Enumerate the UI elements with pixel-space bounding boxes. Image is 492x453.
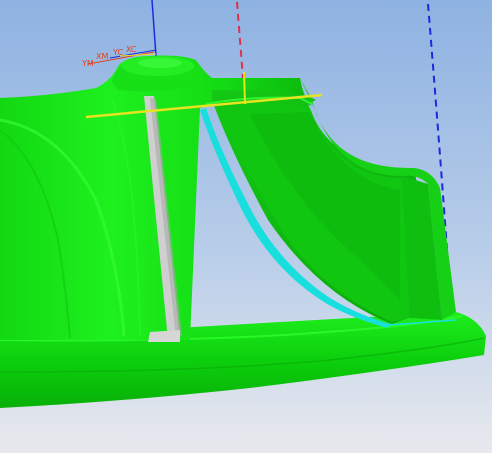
x-axis-tick (243, 71, 246, 105)
hub-cap-highlight (138, 58, 182, 68)
3d-scene[interactable] (0, 0, 492, 453)
graphics-viewport[interactable]: YM XM YC XC (0, 0, 492, 453)
